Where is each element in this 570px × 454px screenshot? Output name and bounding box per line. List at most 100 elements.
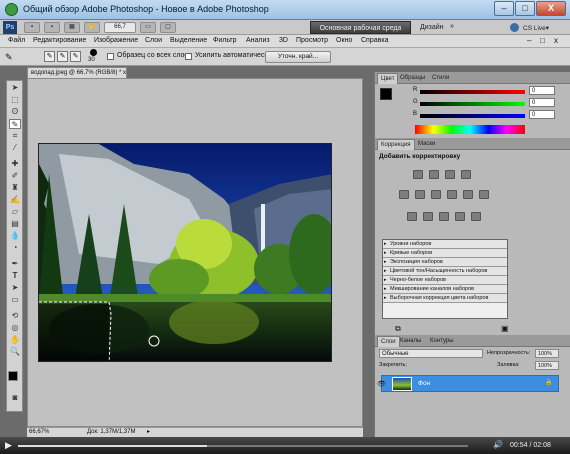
- green-bar[interactable]: [420, 102, 525, 106]
- subtract-from-selection-icon[interactable]: ✎: [70, 51, 81, 62]
- workspace-design-link[interactable]: Дизайн: [420, 24, 444, 31]
- preset-hue-saturation[interactable]: Цветовой тон/Насыщенность наборов: [383, 267, 507, 276]
- tab-channels[interactable]: Каналы: [397, 336, 424, 347]
- slider-red[interactable]: R 0: [413, 86, 563, 96]
- tab-masks[interactable]: Маски: [415, 139, 438, 150]
- menu-help[interactable]: Справка: [361, 37, 388, 44]
- vibrance-icon[interactable]: [399, 190, 409, 199]
- type-tool-icon[interactable]: T: [9, 271, 21, 281]
- menu-filter[interactable]: Фильтр: [213, 37, 237, 44]
- preset-curves[interactable]: Кривые наборов: [383, 249, 507, 258]
- hue-saturation-icon[interactable]: [415, 190, 425, 199]
- invert-icon[interactable]: [407, 212, 417, 221]
- red-bar[interactable]: [420, 90, 525, 94]
- zoom-status[interactable]: 66,67%: [29, 429, 49, 435]
- eraser-tool-icon[interactable]: ▱: [9, 207, 21, 217]
- gradient-map-icon[interactable]: [455, 212, 465, 221]
- doc-restore-button[interactable]: □: [540, 36, 545, 45]
- zoom-tool-icon[interactable]: 🔍: [9, 347, 21, 357]
- green-value-field[interactable]: 0: [529, 98, 555, 107]
- brightness-contrast-icon[interactable]: [413, 170, 423, 179]
- path-selection-tool-icon[interactable]: ➤: [9, 283, 21, 293]
- blur-tool-icon[interactable]: 💧: [9, 231, 21, 241]
- menu-view[interactable]: Просмотр: [296, 37, 328, 44]
- tab-adjustments[interactable]: Коррекция: [377, 139, 415, 150]
- preset-levels[interactable]: Уровни наборов: [383, 240, 507, 249]
- document-tab-close[interactable]: x: [123, 70, 126, 76]
- pen-tool-icon[interactable]: ✒: [9, 259, 21, 269]
- tab-swatches[interactable]: Образцы: [397, 73, 428, 84]
- shape-tool-icon[interactable]: ▭: [9, 295, 21, 305]
- lasso-tool-icon[interactable]: ʘ: [9, 107, 21, 117]
- doc-minimize-button[interactable]: –: [527, 36, 531, 45]
- menu-file[interactable]: Файл: [8, 37, 25, 44]
- view-extras-icon[interactable]: ▦: [64, 22, 80, 33]
- threshold-icon[interactable]: [439, 212, 449, 221]
- layer-visibility-eye-icon[interactable]: 👁: [377, 380, 386, 388]
- window-maximize-button[interactable]: □: [515, 1, 535, 16]
- move-tool-icon[interactable]: ➤: [9, 83, 21, 93]
- levels-icon[interactable]: [429, 170, 439, 179]
- launch-minibridge-icon[interactable]: ▪: [44, 22, 60, 33]
- hand-tool-icon[interactable]: ✋: [84, 22, 100, 33]
- volume-icon[interactable]: 🔊: [493, 440, 503, 449]
- foreground-color-swatch[interactable]: [8, 371, 18, 381]
- cs-live-icon[interactable]: [510, 23, 519, 32]
- tab-color[interactable]: Цвет: [377, 73, 399, 84]
- history-brush-tool-icon[interactable]: ✍: [9, 195, 21, 205]
- 3d-camera-tool-icon[interactable]: ◎: [9, 323, 21, 333]
- new-selection-icon[interactable]: ✎: [44, 51, 55, 62]
- preset-black-white[interactable]: Черно-белое наборов: [383, 276, 507, 285]
- screen-mode-icon[interactable]: ▢: [160, 22, 176, 33]
- quick-selection-tool-preset-icon[interactable]: ✎: [5, 52, 19, 62]
- slider-green[interactable]: G 0: [413, 98, 563, 108]
- workspace-switcher-button[interactable]: Основная рабочая среда: [310, 21, 411, 34]
- clip-to-layer-icon[interactable]: ⧉: [395, 324, 401, 334]
- clone-stamp-tool-icon[interactable]: ♜: [9, 183, 21, 193]
- menu-select[interactable]: Выделение: [170, 37, 207, 44]
- fill-field[interactable]: 100%: [535, 361, 559, 370]
- quick-mask-icon[interactable]: ◙: [9, 393, 21, 403]
- exposure-icon[interactable]: [461, 170, 471, 179]
- menu-image[interactable]: Изображение: [94, 37, 138, 44]
- channel-mixer-icon[interactable]: [479, 190, 489, 199]
- brush-preview-icon[interactable]: [90, 49, 97, 56]
- status-menu-arrow[interactable]: ▸: [147, 428, 150, 435]
- color-balance-icon[interactable]: [431, 190, 441, 199]
- blue-bar[interactable]: [420, 114, 525, 118]
- 3d-rotate-tool-icon[interactable]: ⟲: [9, 311, 21, 321]
- arrange-documents-icon[interactable]: ▭: [140, 22, 156, 33]
- hand-tool-icon-toolbox[interactable]: ✋: [9, 335, 21, 345]
- posterize-icon[interactable]: [423, 212, 433, 221]
- menu-3d[interactable]: 3D: [279, 37, 288, 44]
- sample-all-layers-checkbox[interactable]: [107, 53, 114, 60]
- doc-close-button[interactable]: x: [554, 36, 558, 45]
- brush-tool-icon[interactable]: ✐: [9, 171, 21, 181]
- preset-channel-mixer[interactable]: Микширование каналов наборов: [383, 285, 507, 294]
- cs-live-button[interactable]: CS Live▾: [523, 24, 549, 32]
- opacity-field[interactable]: 100%: [535, 349, 559, 358]
- auto-enhance-checkbox[interactable]: [185, 53, 192, 60]
- tab-styles[interactable]: Стили: [429, 73, 452, 84]
- menu-layers[interactable]: Слои: [145, 37, 162, 44]
- play-button-icon[interactable]: ▶: [5, 440, 12, 451]
- color-ramp[interactable]: [415, 125, 525, 134]
- healing-brush-tool-icon[interactable]: ✚: [9, 159, 21, 169]
- document-tab[interactable]: водопад.jpeg @ 66,7% (RGB/8) * x: [27, 67, 127, 78]
- color-panel-foreground[interactable]: [380, 88, 392, 100]
- eyedropper-tool-icon[interactable]: ⁄: [9, 143, 21, 153]
- add-to-selection-icon[interactable]: ✎: [57, 51, 68, 62]
- blend-mode-select[interactable]: Обычные: [379, 349, 483, 358]
- window-minimize-button[interactable]: –: [494, 1, 514, 16]
- dodge-tool-icon[interactable]: ◔: [9, 243, 21, 253]
- waterfall-photo[interactable]: [38, 143, 332, 362]
- photo-filter-icon[interactable]: [463, 190, 473, 199]
- selective-color-icon[interactable]: [471, 212, 481, 221]
- launch-bridge-icon[interactable]: ▪: [24, 22, 40, 33]
- red-value-field[interactable]: 0: [529, 86, 555, 95]
- blue-value-field[interactable]: 0: [529, 110, 555, 119]
- layer-name[interactable]: Фон: [418, 380, 430, 387]
- curves-icon[interactable]: [445, 170, 455, 179]
- tab-paths[interactable]: Контуры: [427, 336, 457, 347]
- black-white-icon[interactable]: [447, 190, 457, 199]
